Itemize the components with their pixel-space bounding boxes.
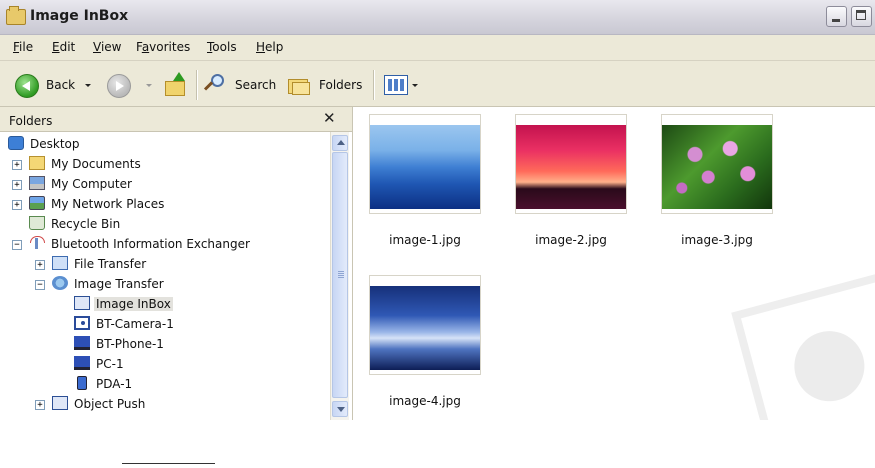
bluetooth-icon: [29, 236, 45, 250]
file-transfer-icon: [52, 256, 68, 270]
camera-icon: [74, 316, 90, 330]
menu-favorites[interactable]: Favorites: [136, 40, 190, 54]
back-arrow-icon: [22, 81, 30, 91]
tree-item-object-push[interactable]: Object Push: [52, 395, 147, 413]
up-folder-button[interactable]: [165, 72, 187, 96]
folder-icon: [29, 156, 45, 170]
title-bar[interactable]: Image InBox: [0, 0, 875, 35]
phone-icon: [74, 336, 90, 350]
tree-item-pda-1[interactable]: PDA-1: [74, 375, 134, 393]
toolbar: Back Search Folders: [0, 61, 875, 107]
file-name[interactable]: image-1.jpg: [365, 233, 485, 247]
menu-tools[interactable]: Tools: [207, 40, 237, 54]
expand-file-transfer[interactable]: +: [35, 260, 45, 270]
folder-tree-scrollbar[interactable]: [330, 132, 349, 420]
scroll-down-button[interactable]: [332, 401, 348, 417]
back-dropdown-icon[interactable]: [85, 84, 91, 87]
explorer-window: Image InBox File Edit View Favorites Too…: [0, 0, 875, 420]
folder-icon: [6, 6, 26, 25]
menu-file[interactable]: File: [13, 40, 33, 54]
file-name[interactable]: image-3.jpg: [657, 233, 777, 247]
minimize-button[interactable]: [826, 6, 847, 27]
toolbar-separator: [373, 70, 375, 100]
tree-item-bt-camera-1[interactable]: BT-Camera-1: [74, 315, 176, 333]
tree-item-pc-1[interactable]: PC-1: [74, 355, 126, 373]
tree-item-bt-phone-1[interactable]: BT-Phone-1: [74, 335, 166, 353]
file-name[interactable]: image-2.jpg: [511, 233, 631, 247]
sunset-image: [516, 125, 626, 209]
close-icon[interactable]: ✕: [323, 109, 336, 127]
decorative-underline: [122, 463, 215, 464]
views-dropdown-icon[interactable]: [412, 84, 418, 87]
file-name[interactable]: image-4.jpg: [365, 394, 485, 408]
tree-item-desktop[interactable]: Desktop: [8, 135, 82, 153]
search-icon[interactable]: [203, 74, 227, 96]
folders-icon[interactable]: [288, 75, 310, 95]
collapse-bluetooth[interactable]: −: [12, 240, 22, 250]
menu-bar: File Edit View Favorites Tools Help: [0, 35, 875, 92]
search-button[interactable]: Search: [235, 78, 276, 92]
network-icon: [29, 196, 45, 210]
scroll-thumb[interactable]: [332, 152, 348, 398]
up-arrow-icon: [173, 72, 185, 81]
folders-pane: Folders ✕ Desktop + My Documents + My Co…: [0, 107, 353, 420]
menu-help[interactable]: Help: [256, 40, 283, 54]
pc-icon: [74, 356, 90, 370]
image-transfer-icon: [52, 276, 68, 290]
recycle-bin-icon: [29, 216, 45, 230]
folder-icon: [165, 81, 185, 96]
file-view: image-1.jpg image-2.jpg image-3.jpg imag…: [353, 107, 875, 420]
tree-item-image-transfer[interactable]: Image Transfer: [52, 275, 166, 293]
back-button[interactable]: [15, 74, 39, 98]
folder-tree: Desktop + My Documents + My Computer + M…: [0, 132, 330, 420]
desktop-icon: [8, 136, 24, 150]
computer-icon: [29, 176, 45, 190]
file-thumbnail[interactable]: [661, 114, 773, 214]
expand-my-computer[interactable]: +: [12, 180, 22, 190]
inbox-icon: [74, 296, 90, 310]
file-thumbnail[interactable]: [369, 114, 481, 214]
tree-item-my-documents[interactable]: My Documents: [29, 155, 143, 173]
toolbar-separator: [196, 70, 198, 100]
back-label[interactable]: Back: [46, 78, 75, 92]
expand-my-documents[interactable]: +: [12, 160, 22, 170]
forward-dropdown-icon[interactable]: [146, 84, 152, 87]
file-thumbnail[interactable]: [369, 275, 481, 375]
scroll-up-button[interactable]: [332, 135, 348, 151]
object-push-icon: [52, 396, 68, 410]
winter-trees-image: [370, 286, 480, 370]
file-thumbnail[interactable]: [515, 114, 627, 214]
tree-item-my-network-places[interactable]: My Network Places: [29, 195, 166, 213]
maximize-button[interactable]: [851, 6, 872, 27]
folders-button[interactable]: Folders: [319, 78, 362, 92]
pda-icon: [77, 376, 87, 390]
collapse-image-transfer[interactable]: −: [35, 280, 45, 290]
tree-item-file-transfer[interactable]: File Transfer: [52, 255, 148, 273]
tree-item-bluetooth-information-exchanger[interactable]: Bluetooth Information Exchanger: [29, 235, 252, 253]
mountain-image: [370, 125, 480, 209]
menu-edit[interactable]: Edit: [52, 40, 75, 54]
views-icon[interactable]: [384, 75, 408, 95]
expand-object-push[interactable]: +: [35, 400, 45, 410]
tree-item-image-inbox[interactable]: Image InBox: [74, 295, 173, 313]
tree-item-recycle-bin[interactable]: Recycle Bin: [29, 215, 122, 233]
menu-view[interactable]: View: [93, 40, 121, 54]
folders-pane-header: Folders ✕: [0, 107, 352, 132]
expand-my-network-places[interactable]: +: [12, 200, 22, 210]
grip-icon: [338, 271, 344, 278]
window-title: Image InBox: [30, 8, 129, 24]
folder-watermark-icon: [731, 267, 875, 420]
forward-button[interactable]: [107, 74, 131, 98]
water-lilies-image: [662, 125, 772, 209]
folders-pane-title: Folders: [9, 114, 53, 128]
tree-item-my-computer[interactable]: My Computer: [29, 175, 134, 193]
forward-arrow-icon: [116, 81, 124, 91]
